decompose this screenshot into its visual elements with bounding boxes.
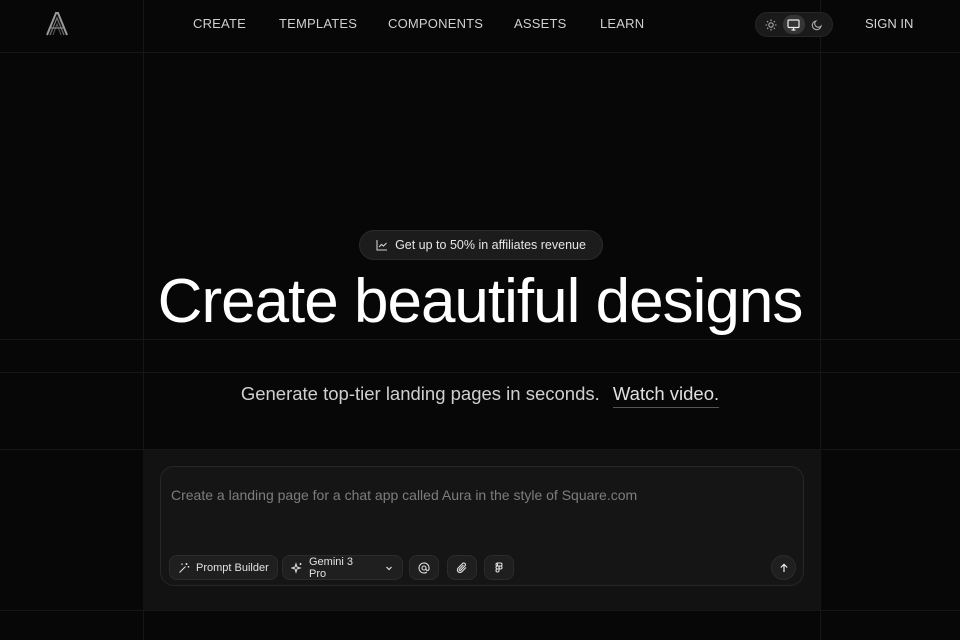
nav-item-templates[interactable]: TEMPLATES [279,16,357,31]
sign-in-link[interactable]: SIGN IN [865,16,913,31]
monitor-icon [787,18,801,31]
nav-item-create[interactable]: CREATE [193,16,246,31]
mention-icon [418,562,430,574]
watch-video-link[interactable]: Watch video. [612,383,720,408]
affiliate-badge[interactable]: Get up to 50% in affiliates revenue [359,230,603,260]
figma-button[interactable] [484,555,514,580]
attach-button[interactable] [447,555,477,580]
subtitle-text: Generate top-tier landing pages in secon… [240,383,600,404]
sun-icon [765,19,777,31]
grid-line [0,610,960,611]
grid-line [0,339,960,340]
chevron-down-icon [384,563,394,573]
figma-icon [493,561,505,574]
paperclip-icon [456,562,468,574]
grid-line [0,52,960,53]
prompt-builder-button[interactable]: Prompt Builder [169,555,278,580]
badge-text: Get up to 50% in affiliates revenue [395,238,586,252]
mention-button[interactable] [409,555,439,580]
grid-line [0,372,960,373]
magic-wand-icon [178,562,190,574]
model-label: Gemini 3 Pro [309,555,354,580]
arrow-up-icon [779,562,789,573]
page-title: Create beautiful designs [157,267,804,336]
theme-light-button[interactable] [760,15,782,34]
theme-dark-button[interactable] [806,15,828,34]
prompt-input[interactable] [171,481,791,509]
theme-system-button[interactable] [782,15,805,34]
send-button[interactable] [771,555,796,580]
page: CREATE TEMPLATES COMPONENTS ASSETS LEARN [0,0,960,640]
model-select[interactable]: Gemini 3 Pro [282,555,403,580]
nav-item-assets[interactable]: ASSETS [514,16,567,31]
moon-icon [811,19,823,31]
prompt-composer: Prompt Builder Gemini 3 Pro [160,466,804,586]
top-nav: CREATE TEMPLATES COMPONENTS ASSETS LEARN [0,0,960,50]
prompt-builder-label: Prompt Builder [196,561,269,574]
trending-chart-icon [376,239,388,251]
sparkle-icon [291,561,303,574]
hero-subtitle: Generate top-tier landing pages in secon… [0,383,960,408]
nav-item-learn[interactable]: LEARN [600,16,644,31]
theme-toggle [755,12,833,37]
nav-item-components[interactable]: COMPONENTS [388,16,483,31]
